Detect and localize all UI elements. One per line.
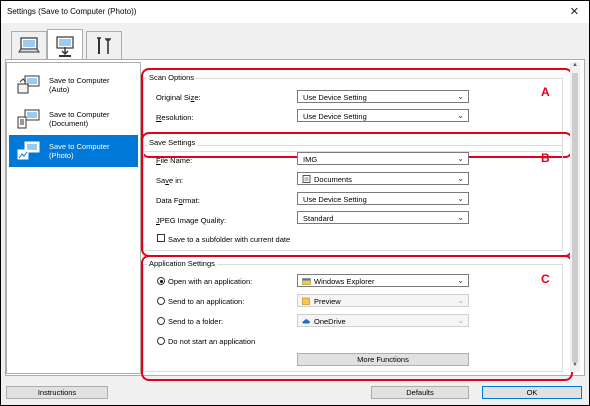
list-item-label: Save to Computer (Auto): [49, 76, 110, 94]
tab-tools[interactable]: [86, 31, 122, 60]
list-item-label: Save to Computer (Photo): [49, 142, 110, 160]
settings-scrollbar[interactable]: ▲ ▼: [570, 62, 580, 372]
scan-type-list: Save to Computer (Auto) Save to Computer(…: [6, 62, 141, 374]
save-to-pc-icon: [56, 35, 74, 57]
scrollbar-thumb[interactable]: [572, 73, 578, 362]
save-document-icon: [17, 109, 40, 129]
tab-scan-to-computer[interactable]: [11, 31, 47, 60]
close-icon[interactable]: ✕: [570, 5, 579, 18]
window-title: Settings (Save to Computer (Photo)): [7, 7, 137, 16]
save-photo-icon: [17, 141, 40, 160]
marker-c: C: [541, 272, 550, 286]
defaults-button[interactable]: Defaults: [371, 386, 469, 399]
list-item-save-auto[interactable]: Save to Computer (Auto): [9, 69, 138, 101]
list-item-label: Save to Computer (Document): [49, 110, 110, 128]
scroll-down-icon[interactable]: ▼: [570, 362, 580, 372]
title-bar: Settings (Save to Computer (Photo)) ✕: [1, 1, 589, 23]
highlight-box-c: [141, 255, 573, 381]
scroll-up-icon[interactable]: ▲: [570, 62, 580, 72]
list-item-save-photo[interactable]: Save to Computer (Photo): [9, 135, 138, 167]
scan-to-computer-icon: [18, 37, 40, 53]
tab-save-to-pc[interactable]: [47, 29, 83, 61]
save-auto-icon: [17, 75, 40, 94]
instructions-button[interactable]: Instructions: [6, 386, 108, 399]
marker-b: B: [541, 151, 550, 165]
list-item-save-document[interactable]: Save to Computer (Document): [9, 103, 138, 135]
tools-icon: [97, 37, 111, 54]
tab-strip: [1, 23, 589, 61]
marker-a: A: [541, 85, 550, 99]
highlight-box-b: [141, 132, 573, 257]
ok-button[interactable]: OK: [482, 386, 582, 399]
